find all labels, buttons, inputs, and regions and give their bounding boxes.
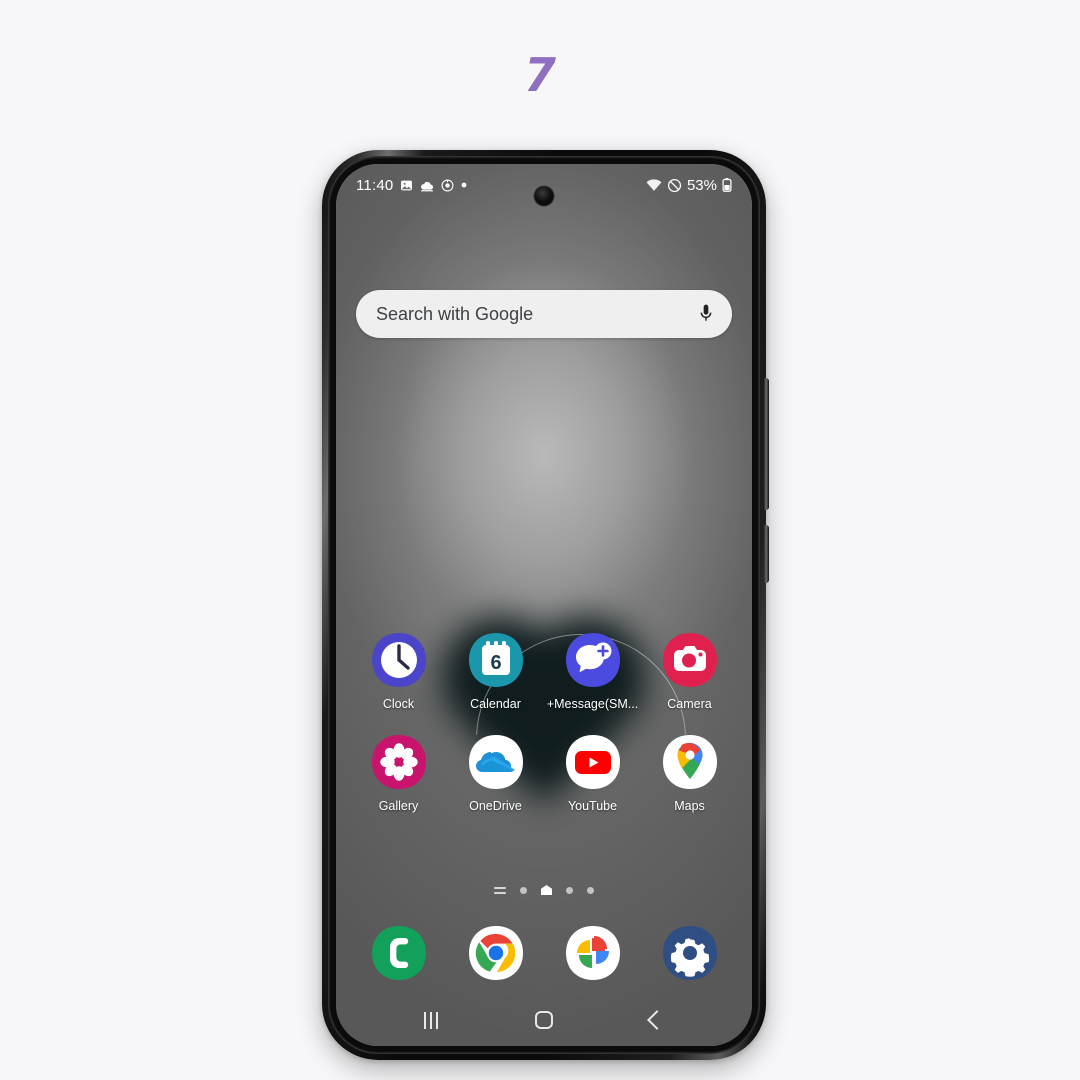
- status-time: 11:40: [356, 176, 394, 194]
- target-icon: [441, 179, 454, 192]
- power-button[interactable]: [764, 525, 769, 583]
- app-label: OneDrive: [469, 799, 522, 813]
- battery-percent-label: 53%: [686, 176, 717, 194]
- camera-icon[interactable]: [661, 631, 719, 689]
- back-button[interactable]: [646, 1010, 667, 1030]
- cloud-icon: [420, 179, 434, 192]
- page-dot[interactable]: [520, 886, 527, 894]
- youtube-icon[interactable]: [564, 733, 622, 791]
- calendar-icon[interactable]: 6: [467, 631, 525, 689]
- settings-gear-icon[interactable]: [661, 924, 719, 982]
- app-grid: Clock 6 Calendar +Message(SM... Camera G…: [350, 631, 738, 835]
- dot-icon: [461, 182, 467, 188]
- dock-app-settings[interactable]: [641, 924, 738, 982]
- app-camera[interactable]: Camera: [641, 631, 738, 711]
- recents-button[interactable]: [424, 1011, 439, 1029]
- front-camera-punch-hole: [534, 186, 554, 206]
- dock: [350, 924, 738, 982]
- app-maps[interactable]: Maps: [641, 733, 738, 813]
- app-label: Gallery: [378, 799, 419, 813]
- dock-app-phone[interactable]: [350, 924, 447, 982]
- google-photos-icon[interactable]: [564, 924, 622, 982]
- onedrive-cloud-icon[interactable]: [467, 733, 525, 791]
- app-message[interactable]: +Message(SM...: [544, 631, 641, 711]
- svg-text:6: 6: [490, 652, 501, 674]
- app-youtube[interactable]: YouTube: [544, 733, 641, 813]
- app-list-glyph[interactable]: [494, 886, 506, 894]
- phone-device: 11:40 53% Search with Google Clock 6 Cal…: [322, 150, 769, 1060]
- do-not-disturb-icon: [667, 178, 682, 193]
- app-onedrive[interactable]: OneDrive: [447, 733, 544, 813]
- page-dot[interactable]: [587, 886, 594, 894]
- gallery-flower-icon[interactable]: [370, 733, 428, 791]
- image-icon: [400, 179, 413, 192]
- app-gallery[interactable]: Gallery: [350, 733, 447, 813]
- search-input[interactable]: Search with Google: [376, 304, 698, 325]
- app-label: +Message(SM...: [546, 697, 639, 711]
- page-indicator[interactable]: [336, 885, 752, 895]
- page-number: 7: [523, 48, 556, 102]
- app-label: Camera: [667, 697, 712, 711]
- clock-icon[interactable]: [370, 631, 428, 689]
- app-label: Clock: [382, 697, 415, 711]
- app-label: Calendar: [470, 697, 521, 711]
- battery-icon: [722, 178, 732, 192]
- phone-icon[interactable]: [370, 924, 428, 982]
- dock-app-photos[interactable]: [544, 924, 641, 982]
- microphone-icon[interactable]: [698, 303, 714, 325]
- volume-rocker-button[interactable]: [764, 378, 769, 510]
- google-maps-pin-icon[interactable]: [661, 733, 719, 791]
- app-row-2: Gallery OneDrive YouTube Maps: [350, 733, 738, 813]
- dock-app-chrome[interactable]: [447, 924, 544, 982]
- page-dot[interactable]: [566, 886, 573, 894]
- google-search-bar[interactable]: Search with Google: [356, 290, 732, 338]
- chrome-icon[interactable]: [467, 924, 525, 982]
- app-clock[interactable]: Clock: [350, 631, 447, 711]
- phone-screen: 11:40 53% Search with Google Clock 6 Cal…: [336, 164, 752, 1046]
- app-row-1: Clock 6 Calendar +Message(SM... Camera: [350, 631, 738, 711]
- wifi-icon: [646, 178, 662, 192]
- home-page-active-indicator[interactable]: [541, 885, 552, 895]
- navigation-bar: [336, 994, 752, 1046]
- app-calendar[interactable]: 6 Calendar: [447, 631, 544, 711]
- app-label: Maps: [674, 799, 705, 813]
- app-label: YouTube: [567, 799, 618, 813]
- status-bar-left: 11:40: [356, 177, 467, 194]
- home-button[interactable]: [534, 1011, 553, 1029]
- screenshot-stage: 7 11:40 53% Search with Google Clock 6 C…: [0, 0, 1080, 1080]
- message-plus-icon[interactable]: [564, 631, 622, 689]
- status-bar-right: 53%: [646, 177, 732, 194]
